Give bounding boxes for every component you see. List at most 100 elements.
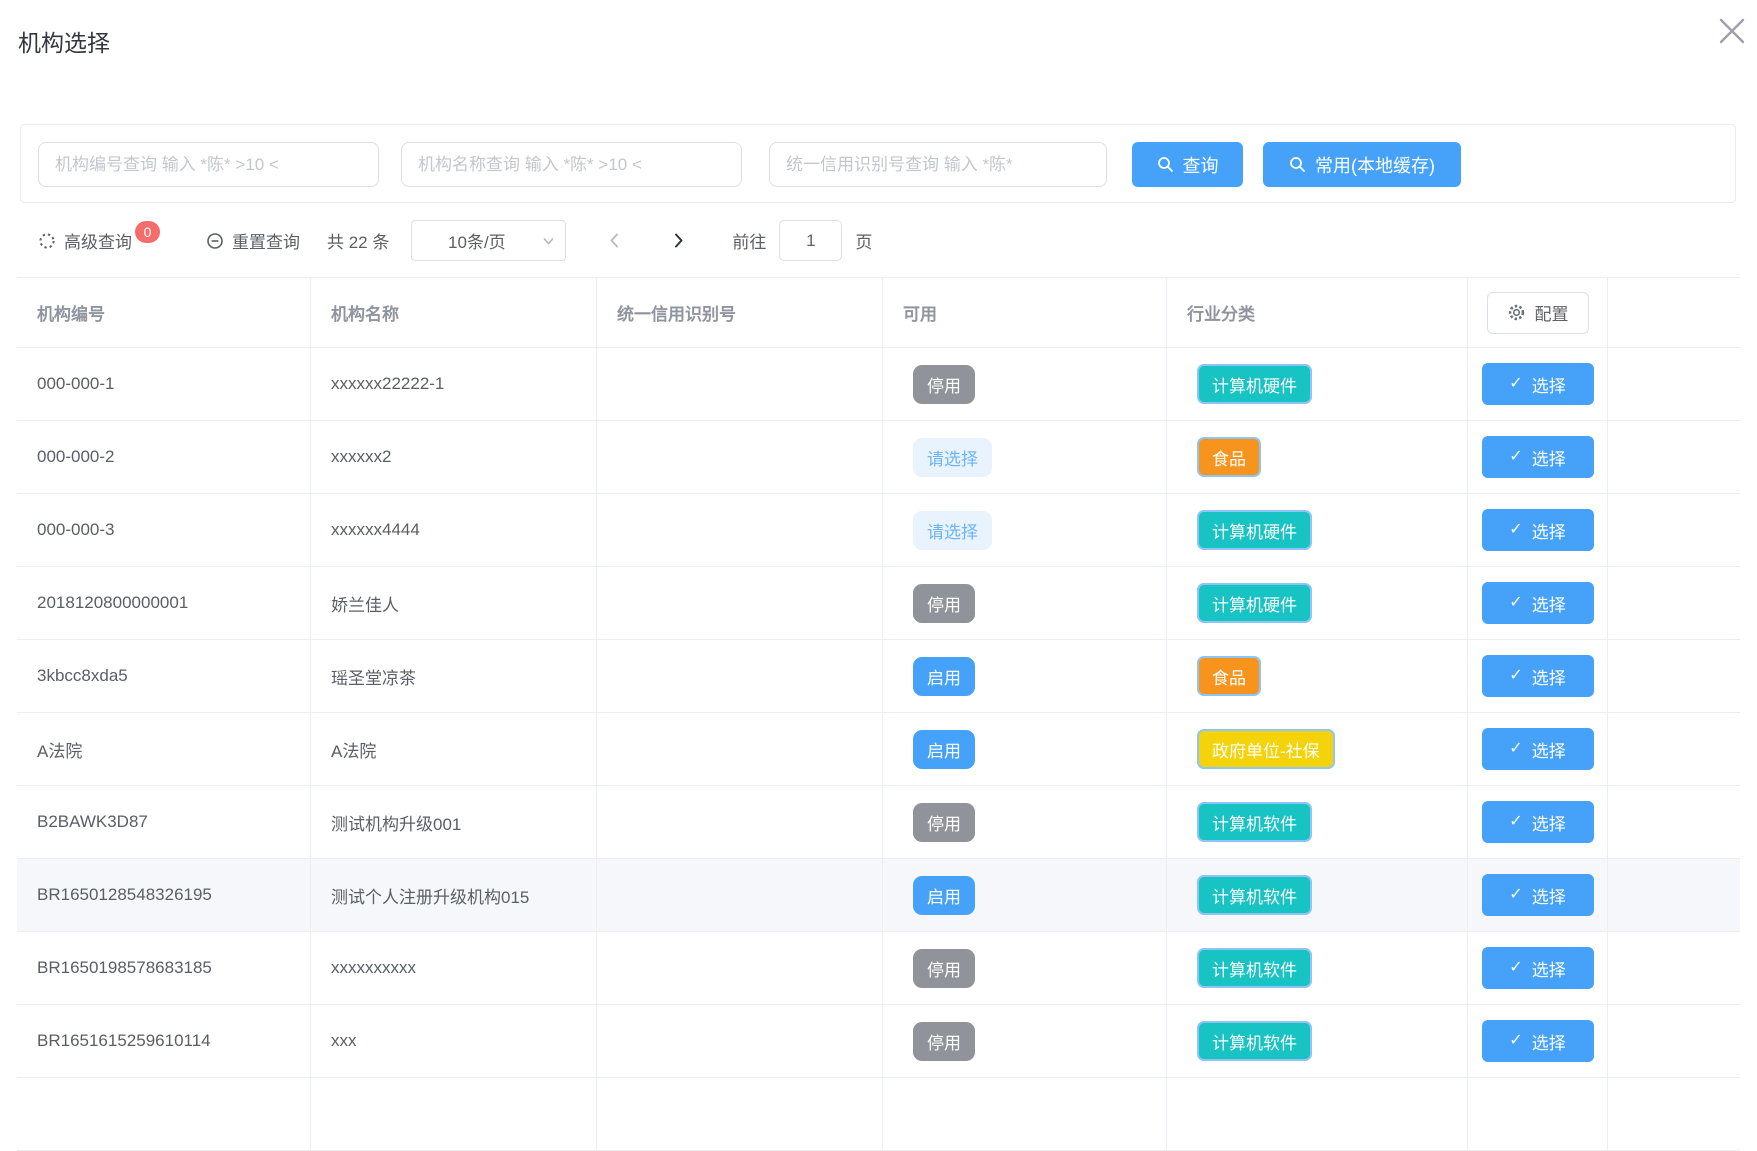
goto-label: 前往 xyxy=(732,228,766,253)
industry-badge[interactable]: 食品 xyxy=(1197,656,1261,696)
advanced-query-link[interactable]: 高级查询 xyxy=(38,228,132,253)
org-name-value: xxxxxx2 xyxy=(331,447,391,467)
config-button[interactable]: 配置 xyxy=(1487,292,1589,334)
org-name-value: 瑶圣堂凉茶 xyxy=(331,664,416,689)
table-row: BR1650128548326195 测试个人注册升级机构015 启用 计算机软… xyxy=(17,859,1740,932)
query-button-label: 查询 xyxy=(1183,152,1219,178)
header-available: 可用 xyxy=(883,278,1167,348)
select-button[interactable]: ✓ 选择 xyxy=(1482,801,1594,843)
status-button[interactable]: 请选择 xyxy=(913,511,992,550)
reset-query-link[interactable]: 重置查询 xyxy=(206,228,300,253)
org-code-value: A法院 xyxy=(37,737,82,762)
org-name-value: xxxxxx22222-1 xyxy=(331,374,444,394)
org-code-cell: B2BAWK3D87 xyxy=(17,786,311,859)
org-code-value: B2BAWK3D87 xyxy=(37,812,148,832)
select-button[interactable]: ✓ 选择 xyxy=(1482,436,1594,478)
spacer-cell xyxy=(1608,567,1740,640)
select-button-label: 选择 xyxy=(1532,445,1566,470)
industry-badge[interactable]: 政府单位-社保 xyxy=(1197,729,1335,769)
industry-badge[interactable]: 计算机软件 xyxy=(1197,1021,1312,1061)
industry-badge[interactable]: 计算机硬件 xyxy=(1197,510,1312,550)
advanced-query-label: 高级查询 xyxy=(64,228,132,253)
industry-badge[interactable]: 计算机硬件 xyxy=(1197,583,1312,623)
check-icon: ✓ xyxy=(1509,887,1522,903)
table-row: 000-000-2 xxxxxx2 请选择 食品 ✓ 选择 xyxy=(17,421,1740,494)
credit-id-cell xyxy=(597,567,883,640)
credit-id-input[interactable] xyxy=(769,142,1107,187)
close-icon[interactable] xyxy=(1711,10,1753,52)
loading-spinner-icon xyxy=(38,232,56,250)
spacer-cell xyxy=(1608,713,1740,786)
org-name-cell: 瑶圣堂凉茶 xyxy=(311,640,597,713)
select-button-label: 选择 xyxy=(1532,591,1566,616)
select-button[interactable]: ✓ 选择 xyxy=(1482,874,1594,916)
industry-cell: 计算机软件 xyxy=(1167,859,1468,932)
advanced-query-badge: 0 xyxy=(135,221,160,243)
reset-query-label: 重置查询 xyxy=(232,228,300,253)
status-button[interactable]: 请选择 xyxy=(913,438,992,477)
org-code-cell: BR1651615259610114 xyxy=(17,1005,311,1078)
org-code-value: 2018120800000001 xyxy=(37,593,188,613)
org-name-input[interactable] xyxy=(401,142,742,187)
credit-id-cell xyxy=(597,640,883,713)
header-credit-id: 统一信用识别号 xyxy=(597,278,883,348)
select-button[interactable]: ✓ 选择 xyxy=(1482,947,1594,989)
page-size-select[interactable]: 10条/页 xyxy=(411,220,566,261)
industry-cell: 计算机软件 xyxy=(1167,932,1468,1005)
status-button[interactable]: 启用 xyxy=(913,730,975,769)
next-page-button[interactable] xyxy=(664,227,692,255)
industry-badge[interactable]: 计算机硬件 xyxy=(1197,364,1312,404)
industry-cell: 计算机硬件 xyxy=(1167,348,1468,421)
table-header-row: 机构编号 机构名称 统一信用识别号 可用 行业分类 配置 xyxy=(17,278,1740,348)
action-cell: ✓ 选择 xyxy=(1468,348,1608,421)
org-code-input[interactable] xyxy=(38,142,379,187)
org-name-cell: xxxxxx22222-1 xyxy=(311,348,597,421)
page-size-value: 10条/页 xyxy=(448,228,506,253)
org-table: 机构编号 机构名称 统一信用识别号 可用 行业分类 配置 000-000-1 x… xyxy=(17,277,1740,1151)
check-icon: ✓ xyxy=(1509,741,1522,757)
status-button[interactable]: 停用 xyxy=(913,1022,975,1061)
select-button[interactable]: ✓ 选择 xyxy=(1482,582,1594,624)
industry-badge[interactable]: 计算机软件 xyxy=(1197,875,1312,915)
table-row: BR1651615259610114 xxx 停用 计算机软件 ✓ 选择 xyxy=(17,1005,1740,1078)
table-row: BR1650198578683185 xxxxxxxxxx 停用 计算机软件 ✓… xyxy=(17,932,1740,1005)
credit-id-cell xyxy=(597,859,883,932)
industry-badge[interactable]: 食品 xyxy=(1197,437,1261,477)
status-cell: 停用 xyxy=(883,786,1167,859)
query-button[interactable]: 查询 xyxy=(1132,142,1243,187)
spacer-cell xyxy=(1608,1005,1740,1078)
select-button[interactable]: ✓ 选择 xyxy=(1482,655,1594,697)
table-row: 000-000-1 xxxxxx22222-1 停用 计算机硬件 ✓ 选择 xyxy=(17,348,1740,421)
status-button[interactable]: 停用 xyxy=(913,584,975,623)
common-cache-button[interactable]: 常用(本地缓存) xyxy=(1263,142,1461,187)
action-cell: ✓ 选择 xyxy=(1468,786,1608,859)
industry-badge[interactable]: 计算机软件 xyxy=(1197,948,1312,988)
status-button[interactable]: 停用 xyxy=(913,365,975,404)
org-code-cell: 000-000-1 xyxy=(17,348,311,421)
industry-badge[interactable]: 计算机软件 xyxy=(1197,802,1312,842)
status-button[interactable]: 停用 xyxy=(913,803,975,842)
select-button[interactable]: ✓ 选择 xyxy=(1482,1020,1594,1062)
credit-id-cell xyxy=(597,1005,883,1078)
status-button[interactable]: 启用 xyxy=(913,657,975,696)
action-cell: ✓ 选择 xyxy=(1468,567,1608,640)
select-button[interactable]: ✓ 选择 xyxy=(1482,363,1594,405)
check-icon: ✓ xyxy=(1509,814,1522,830)
org-name-value: xxxxxxxxxx xyxy=(331,958,416,978)
chevron-down-icon xyxy=(541,234,556,249)
common-cache-button-label: 常用(本地缓存) xyxy=(1315,152,1435,178)
org-name-cell: xxxxxx4444 xyxy=(311,494,597,567)
page-title: 机构选择 xyxy=(18,24,110,58)
credit-id-cell xyxy=(597,494,883,567)
status-button[interactable]: 停用 xyxy=(913,949,975,988)
select-button-label: 选择 xyxy=(1532,664,1566,689)
status-cell: 停用 xyxy=(883,1005,1167,1078)
status-button[interactable]: 启用 xyxy=(913,876,975,915)
goto-page-input[interactable] xyxy=(779,220,842,261)
select-button[interactable]: ✓ 选择 xyxy=(1482,728,1594,770)
status-cell: 启用 xyxy=(883,640,1167,713)
org-name-value: 娇兰佳人 xyxy=(331,591,399,616)
prev-page-button[interactable] xyxy=(600,227,628,255)
select-button[interactable]: ✓ 选择 xyxy=(1482,509,1594,551)
org-name-value: xxxxxx4444 xyxy=(331,520,420,540)
